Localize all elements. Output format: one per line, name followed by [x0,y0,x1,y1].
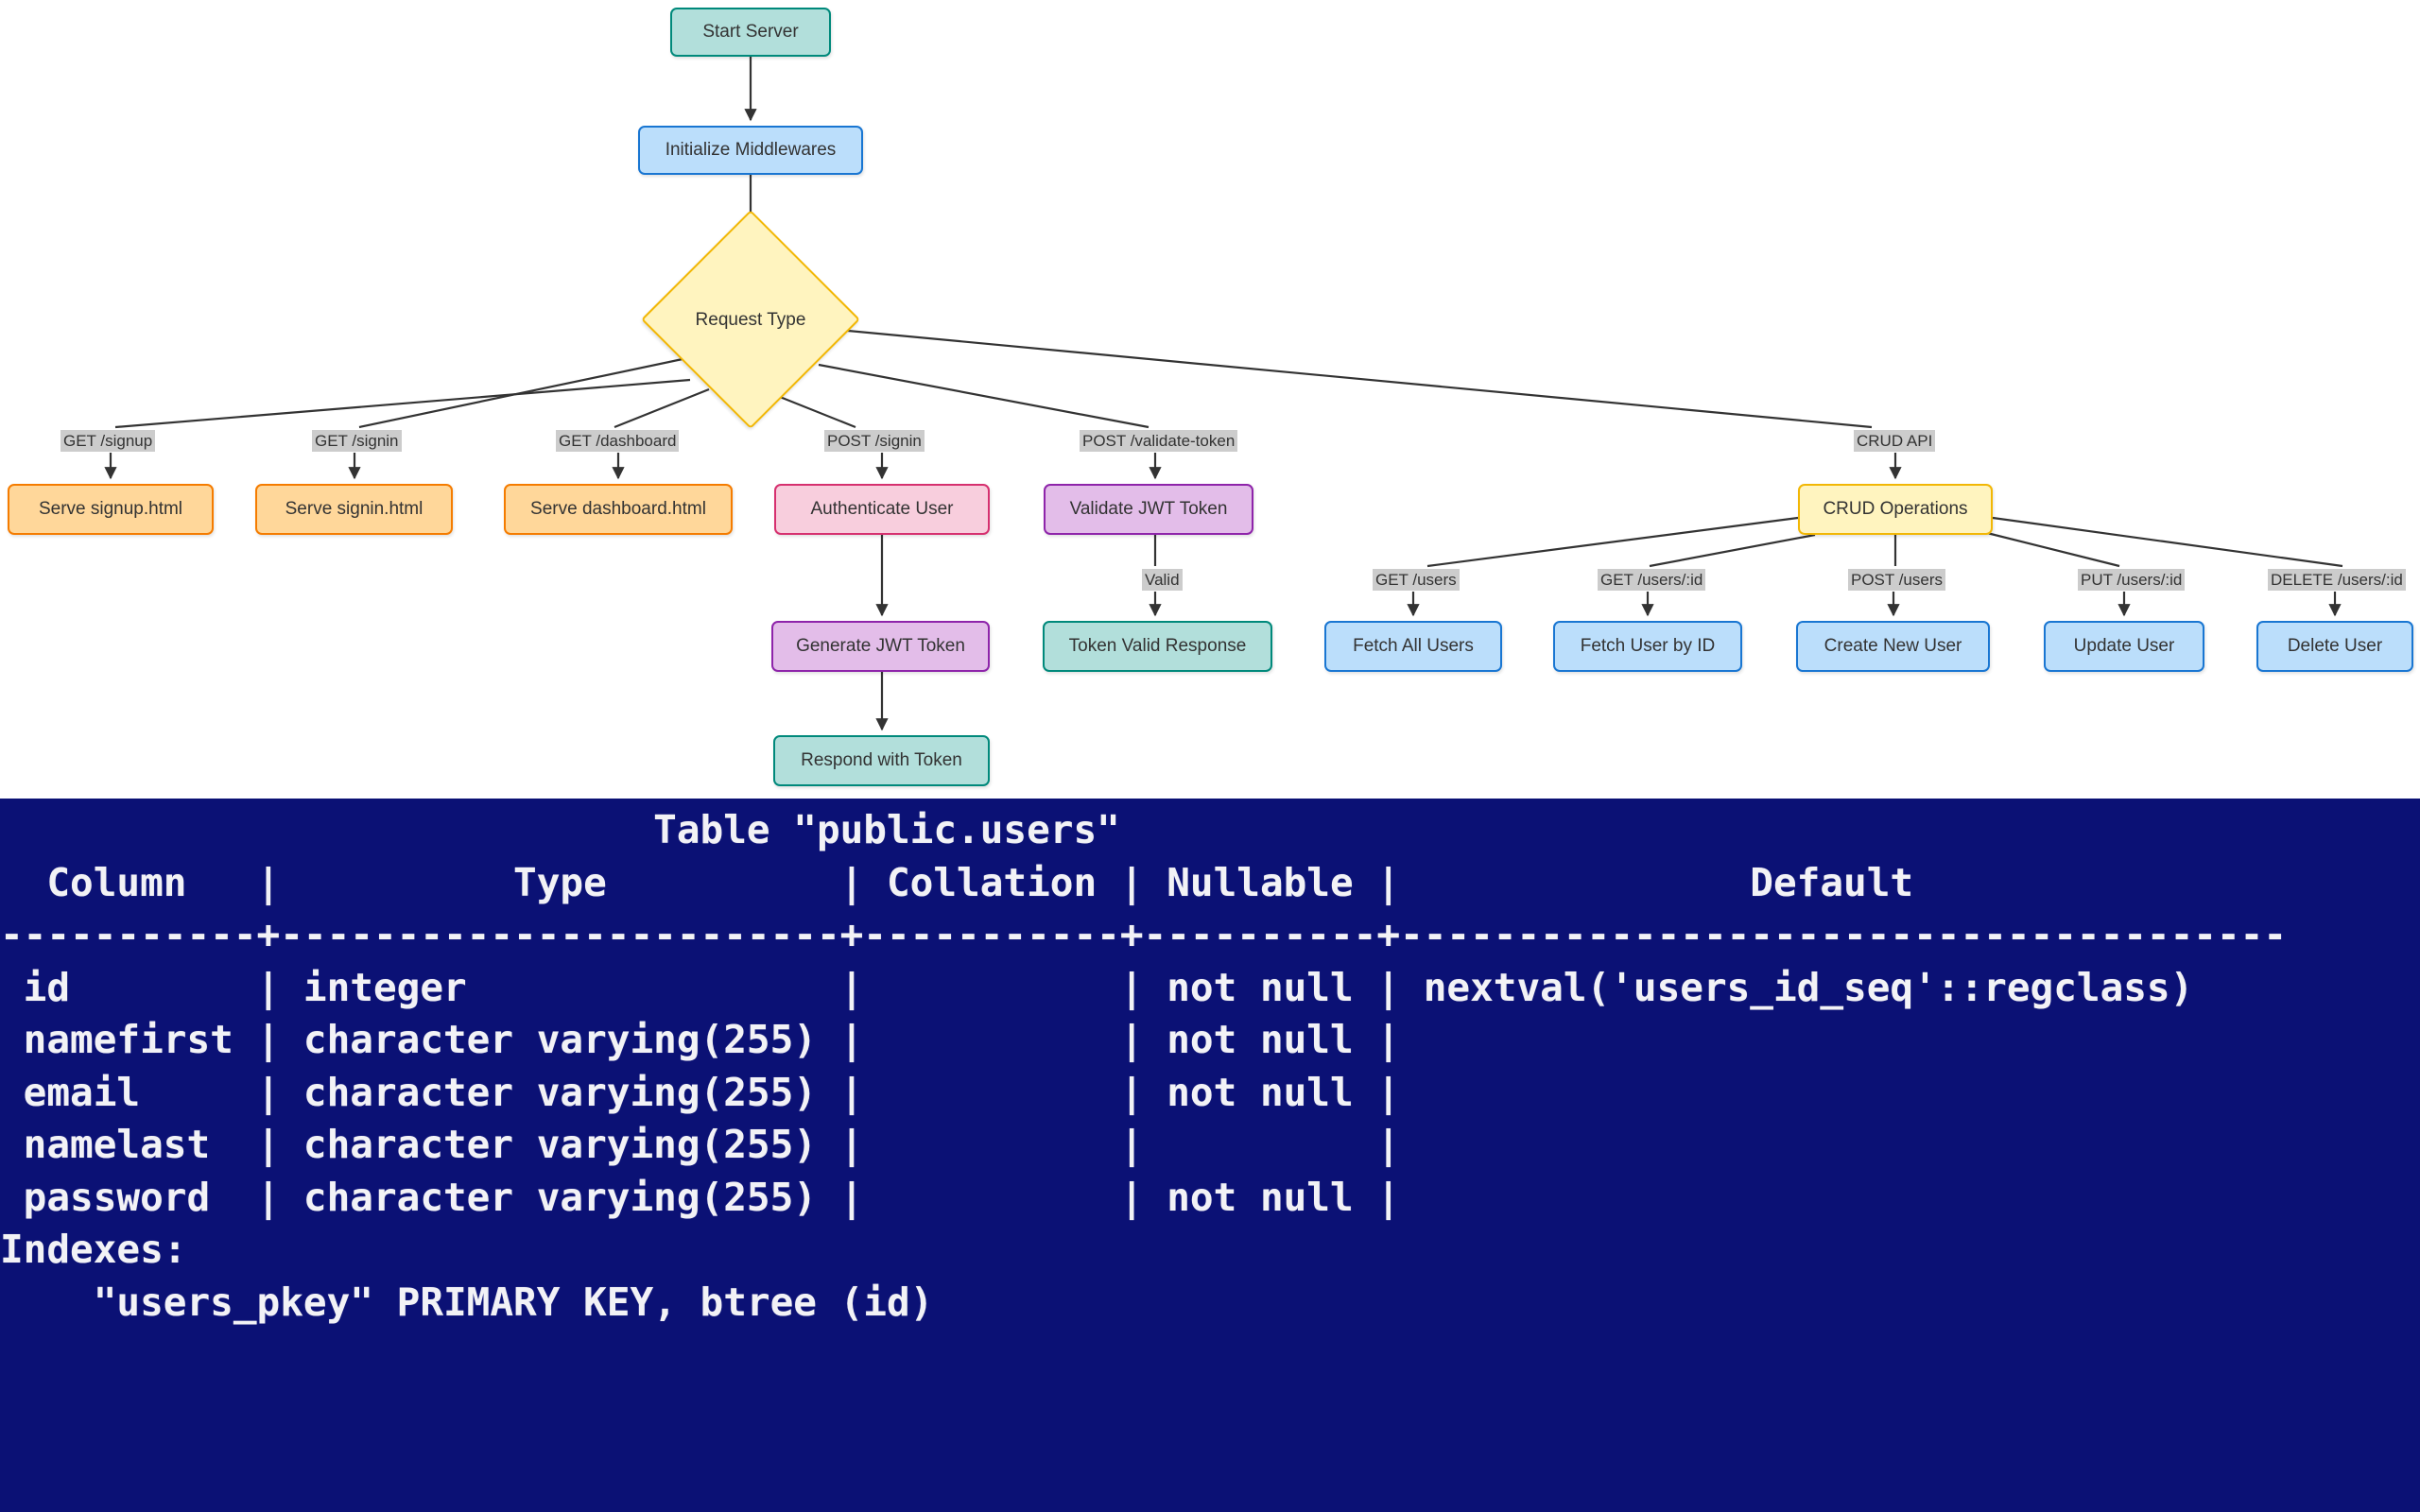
node-request-type-label: Request Type [695,310,806,330]
node-initialize-middlewares[interactable]: Initialize Middlewares [638,126,863,175]
node-serve-signup-html[interactable]: Serve signup.html [8,484,214,535]
edge-label-get-users: GET /users [1373,569,1460,592]
node-token-valid-response[interactable]: Token Valid Response [1043,621,1272,672]
node-validate-jwt-token[interactable]: Validate JWT Token [1044,484,1253,535]
node-label: Token Valid Response [1068,636,1247,657]
edge-label-post-validate-token: POST /validate-token [1080,430,1238,453]
node-authenticate-user[interactable]: Authenticate User [774,484,990,535]
edge-label-get-signup: GET /signup [60,430,156,453]
edge-label-valid: Valid [1142,569,1183,592]
node-label: Generate JWT Token [796,636,965,657]
node-fetch-user-by-id[interactable]: Fetch User by ID [1553,621,1742,672]
edge-label-crud-api: CRUD API [1854,430,1936,453]
node-label: Fetch User by ID [1580,636,1716,657]
node-label: Fetch All Users [1353,636,1474,657]
node-serve-dashboard-html[interactable]: Serve dashboard.html [504,484,733,535]
flowchart-panel: Start Server Initialize Middlewares Requ… [0,0,2420,799]
terminal-panel[interactable]: Table "public.users" Column | Type | Col… [0,799,2420,1512]
node-label: Serve dashboard.html [530,499,706,520]
edge-label-post-signin: POST /signin [824,430,925,453]
flowchart-edges [104,57,2343,731]
node-label: Validate JWT Token [1069,499,1228,520]
edge-label-get-dashboard: GET /dashboard [556,430,680,453]
node-label: Initialize Middlewares [665,140,837,161]
psql-describe-table-output: Table "public.users" Column | Type | Col… [0,807,2288,1325]
node-label: Respond with Token [801,750,962,771]
node-create-new-user[interactable]: Create New User [1796,621,1990,672]
node-fetch-all-users[interactable]: Fetch All Users [1324,621,1502,672]
node-start-server[interactable]: Start Server [670,8,831,57]
node-label: Serve signup.html [38,499,183,520]
node-label: Authenticate User [810,499,954,520]
node-generate-jwt-token[interactable]: Generate JWT Token [771,621,990,672]
node-label: Update User [2073,636,2175,657]
node-respond-with-token[interactable]: Respond with Token [773,735,990,786]
node-crud-operations[interactable]: CRUD Operations [1798,484,1993,535]
node-update-user[interactable]: Update User [2044,621,2204,672]
edge-label-post-users: POST /users [1848,569,1945,592]
edge-label-get-users-id: GET /users/:id [1598,569,1706,592]
node-label: Serve signin.html [285,499,424,520]
node-label: Start Server [702,22,799,43]
edge-label-delete-users-id: DELETE /users/:id [2268,569,2406,592]
node-label: Create New User [1824,636,1962,657]
node-label: Delete User [2287,636,2383,657]
node-label: CRUD Operations [1823,499,1968,520]
node-serve-signin-html[interactable]: Serve signin.html [255,484,453,535]
edge-label-put-users-id: PUT /users/:id [2078,569,2186,592]
edge-label-get-signin: GET /signin [312,430,402,453]
node-delete-user[interactable]: Delete User [2256,621,2413,672]
